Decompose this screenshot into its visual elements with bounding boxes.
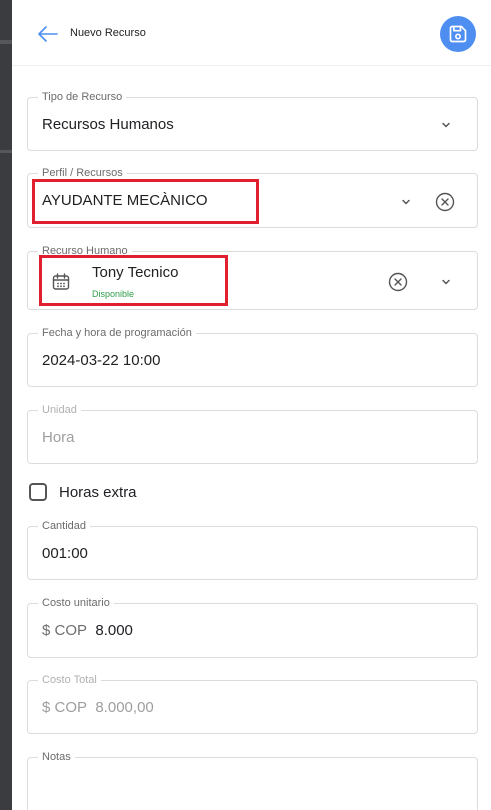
currency-prefix: $ COP (42, 699, 88, 716)
notes-label: Notas (38, 751, 75, 764)
currency-prefix: $ COP (42, 622, 88, 639)
datetime-label: Fecha y hora de programación (38, 327, 196, 340)
total-cost-display: $ COP 8.000,00 (42, 699, 154, 716)
unit-cost-label: Costo unitario (38, 597, 114, 610)
chevron-down-icon[interactable] (399, 195, 413, 209)
background-app-strip (0, 0, 12, 810)
resource-type-select[interactable]: Tipo de Recurso Recursos Humanos (27, 91, 478, 151)
overtime-row: Horas extra (29, 482, 137, 502)
unit-cost-field[interactable]: Costo unitario $ COP 8.000 (27, 597, 478, 658)
quantity-field[interactable]: Cantidad 001:00 (27, 520, 478, 580)
unit-label: Unidad (38, 404, 81, 417)
resource-type-value: Recursos Humanos (42, 116, 174, 133)
quantity-label: Cantidad (38, 520, 91, 533)
datetime-value: 2024-03-22 10:00 (42, 352, 161, 369)
datetime-field[interactable]: Fecha y hora de programación 2024-03-22 … (27, 327, 478, 387)
total-cost-label: Costo Total (38, 674, 101, 687)
unit-cost-display: $ COP 8.000 (42, 622, 133, 639)
highlight-box-human-resource (39, 255, 228, 306)
total-cost-field: Costo Total $ COP 8.000,00 (27, 674, 478, 734)
save-button[interactable] (440, 16, 476, 52)
unit-value: Hora (42, 429, 75, 446)
total-cost-value: 8.000,00 (95, 699, 154, 716)
new-resource-panel: Nuevo Recurso Tipo de Recurso Recursos H… (12, 0, 491, 810)
chevron-down-icon[interactable] (439, 118, 453, 132)
quantity-value: 001:00 (42, 545, 88, 562)
overtime-checkbox[interactable] (29, 483, 47, 501)
overtime-label: Horas extra (59, 483, 137, 501)
clear-circle-icon[interactable] (434, 191, 456, 213)
unit-cost-value: 8.000 (95, 622, 133, 639)
page-title: Nuevo Recurso (70, 27, 146, 39)
header: Nuevo Recurso (12, 0, 491, 66)
notes-field[interactable]: Notas (27, 751, 478, 810)
floppy-disk-icon (449, 25, 467, 43)
chevron-down-icon[interactable] (439, 275, 453, 289)
back-arrow-icon[interactable] (36, 22, 60, 46)
unit-field: Unidad Hora (27, 404, 478, 464)
resource-type-label: Tipo de Recurso (38, 91, 127, 104)
clear-circle-icon[interactable] (387, 271, 409, 293)
highlight-box-profile (32, 179, 259, 224)
